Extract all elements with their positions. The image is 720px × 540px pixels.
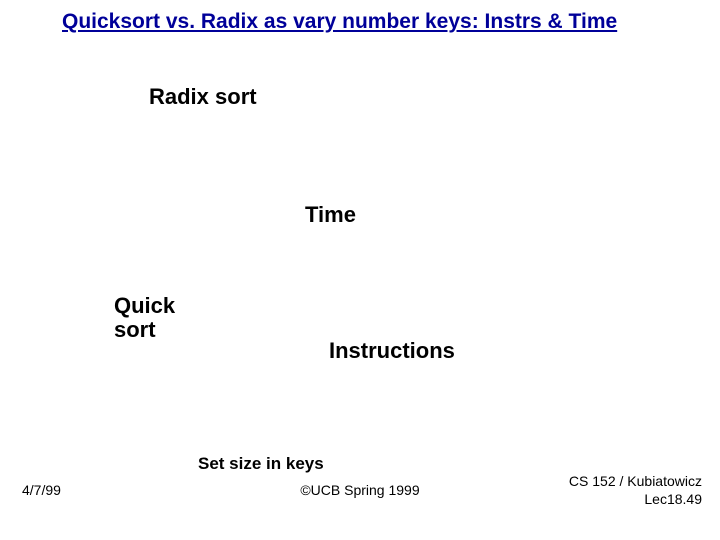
label-instructions: Instructions	[329, 338, 455, 364]
label-time: Time	[305, 202, 356, 228]
label-radix-sort: Radix sort	[149, 84, 257, 110]
slide-title: Quicksort vs. Radix as vary number keys:…	[0, 10, 720, 34]
footer-course: CS 152 / Kubiatowicz	[569, 473, 702, 491]
slide: Quicksort vs. Radix as vary number keys:…	[0, 0, 720, 540]
footer-right: CS 152 / Kubiatowicz Lec18.49	[569, 473, 702, 508]
label-quick-line2: sort	[114, 318, 156, 342]
title-wrap: Quicksort vs. Radix as vary number keys:…	[0, 10, 720, 34]
label-x-axis: Set size in keys	[198, 454, 324, 474]
label-quick-line1: Quick	[114, 294, 175, 318]
footer-lecture: Lec18.49	[569, 491, 702, 509]
